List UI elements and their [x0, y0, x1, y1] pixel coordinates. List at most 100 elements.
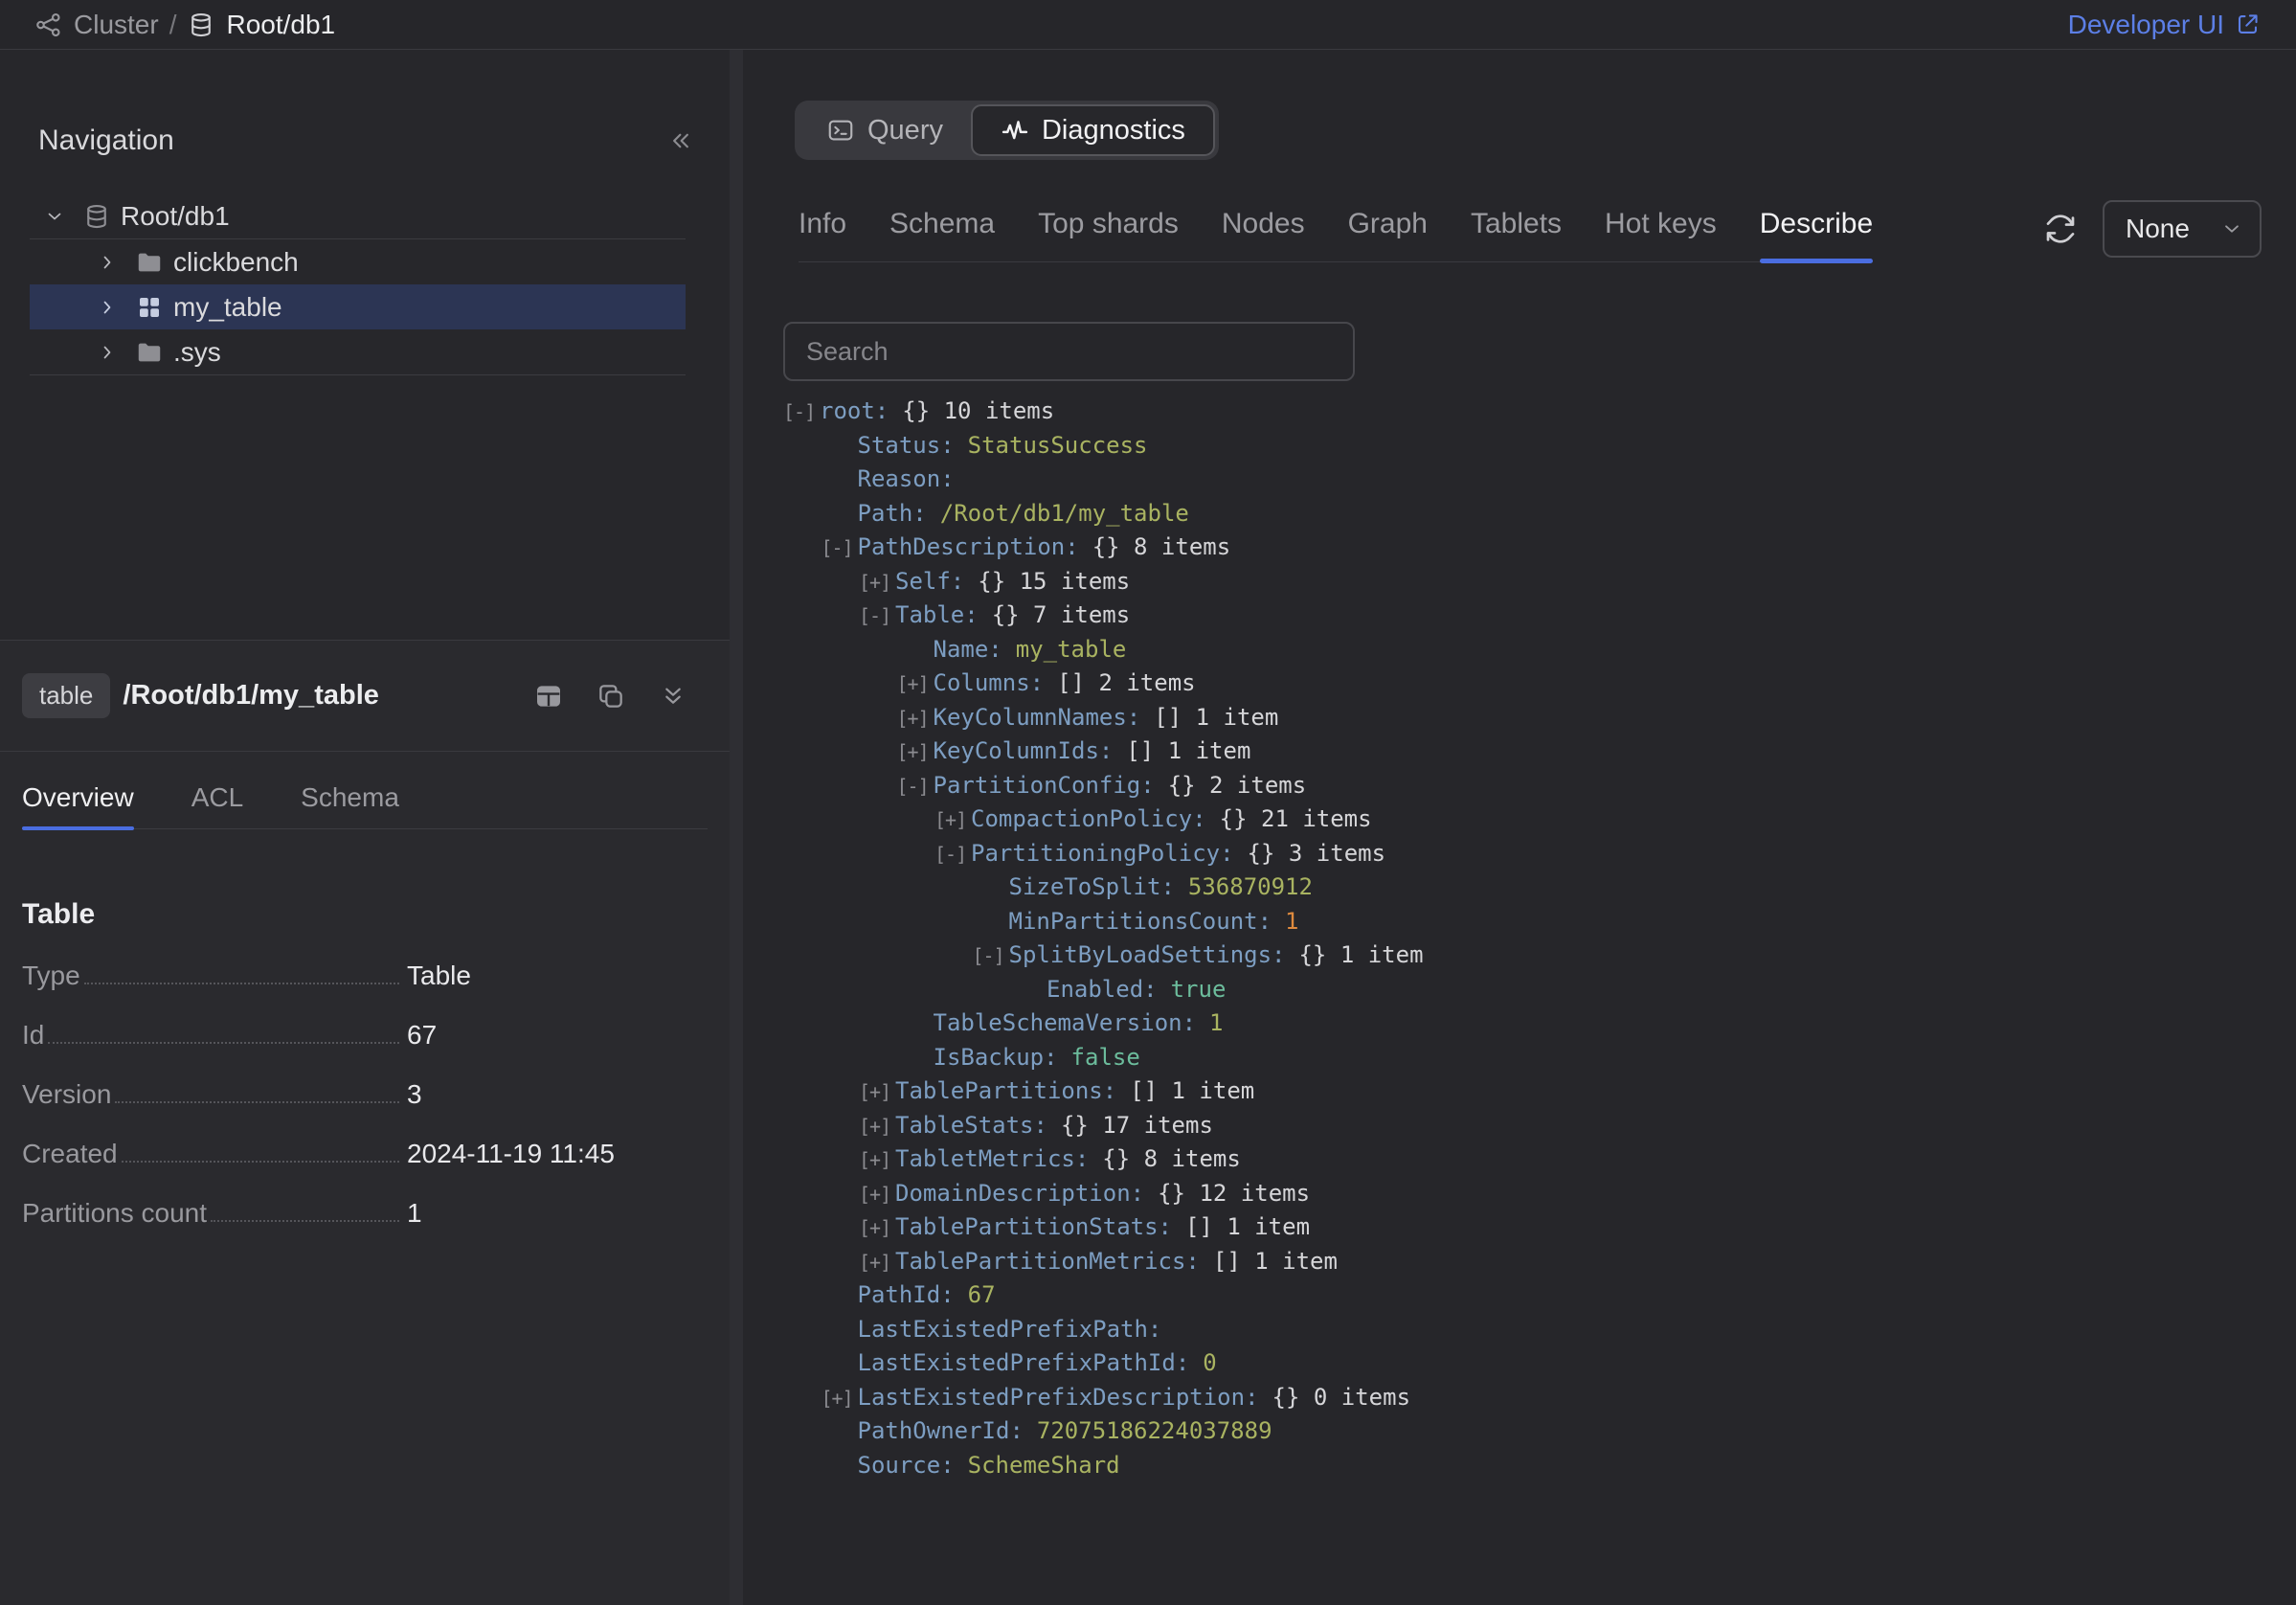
search-input[interactable] — [785, 337, 1353, 367]
tree-line-MinPartitionsCount: MinPartitionsCount:1 — [783, 905, 2262, 939]
expand-toggle-icon[interactable]: [+] — [822, 1387, 853, 1410]
tree-value: 67 — [968, 1281, 996, 1308]
diagnostics-tabs-row: Info Schema Top shards Nodes Graph Tablets Hot… — [783, 194, 2262, 262]
tab-hot-keys[interactable]: Hot keys — [1605, 194, 1717, 261]
nav-item-my_table[interactable]: my_table — [30, 284, 686, 329]
tree-key: PathId: — [858, 1281, 955, 1308]
tree-value: true — [1171, 976, 1227, 1003]
tree-key: TablePartitions: — [895, 1077, 1116, 1104]
object-summary-panel: table /Root/db1/my_table OverviewACLSche… — [0, 640, 730, 1605]
panel-resizer[interactable] — [730, 50, 743, 1605]
terminal-icon — [826, 116, 855, 145]
tree-meta: {} 3 items — [1248, 840, 1386, 867]
tree-meta: [] 2 items — [1057, 669, 1196, 696]
tab-schema[interactable]: Schema — [889, 194, 995, 261]
database-icon — [82, 202, 111, 231]
tree-value: 1 — [1209, 1009, 1223, 1036]
collapse-toggle-icon[interactable]: [-] — [897, 775, 929, 798]
collapse-toggle-icon[interactable]: [-] — [859, 604, 890, 627]
collapse-toggle-icon[interactable]: [-] — [934, 843, 966, 866]
tree-key: KeyColumnNames: — [934, 704, 1141, 731]
tree-line-Status: Status:StatusSuccess — [783, 429, 2262, 463]
expand-toggle-icon[interactable]: [+] — [859, 571, 890, 594]
tab-info[interactable]: Info — [799, 194, 846, 261]
info-field: TypeTable — [22, 946, 708, 1006]
expand-toggle-icon[interactable]: [+] — [897, 672, 929, 695]
leader-dots — [115, 1101, 399, 1103]
tab-schema[interactable]: Schema — [301, 752, 399, 828]
refresh-button[interactable] — [2039, 208, 2082, 250]
tree-line-LastExistedPrefixPathId: LastExistedPrefixPathId:0 — [783, 1346, 2262, 1381]
autorefresh-select[interactable]: None — [2103, 200, 2262, 258]
pulse-icon — [1001, 116, 1029, 145]
developer-ui-label: Developer UI — [2068, 10, 2224, 40]
breadcrumb-cluster[interactable]: Cluster — [34, 10, 159, 40]
tab-acl[interactable]: ACL — [191, 752, 243, 828]
nav-item-label: clickbench — [173, 247, 299, 278]
double-chevron-down-icon[interactable] — [658, 681, 688, 712]
switcher-diagnostics[interactable]: Diagnostics — [971, 104, 1215, 156]
expand-toggle-icon[interactable]: [+] — [934, 808, 966, 831]
expand-toggle-icon[interactable]: [+] — [859, 1183, 890, 1206]
tree-meta: [] 1 item — [1213, 1248, 1338, 1275]
expand-toggle-icon[interactable]: [+] — [859, 1251, 890, 1274]
expand-toggle-icon[interactable]: [+] — [859, 1216, 890, 1239]
tree-value: false — [1071, 1044, 1140, 1071]
switcher-query[interactable]: Query — [799, 104, 971, 156]
view-switcher: QueryDiagnostics — [795, 101, 1219, 160]
tree-line-SplitByLoadSettings: [-]SplitByLoadSettings:{} 1 item — [783, 938, 2262, 973]
breadcrumb-database[interactable]: Root/db1 — [187, 10, 335, 40]
diagnostics-tabs: Info Schema Top shards Nodes Graph Tablets Hot… — [799, 194, 1873, 262]
developer-ui-link[interactable]: Developer UI — [2068, 10, 2262, 40]
chevron-down-icon[interactable] — [43, 205, 66, 228]
tab-graph[interactable]: Graph — [1348, 194, 1428, 261]
collapse-toggle-icon[interactable]: [-] — [783, 400, 815, 423]
chevron-right-icon[interactable] — [96, 251, 119, 274]
copy-icon[interactable] — [596, 681, 626, 712]
tree-key: Enabled: — [1047, 976, 1158, 1003]
tree-line-DomainDescription: [+]DomainDescription:{} 12 items — [783, 1177, 2262, 1211]
collapse-toggle-icon[interactable]: [-] — [822, 536, 853, 559]
tree-line-Self: [+]Self:{} 15 items — [783, 565, 2262, 599]
expand-toggle-icon[interactable]: [+] — [859, 1080, 890, 1103]
tree-line-LastExistedPrefixDescription: [+]LastExistedPrefixDescription:{} 0 ite… — [783, 1381, 2262, 1415]
tree-line-TablePartitionMetrics: [+]TablePartitionMetrics:[] 1 item — [783, 1245, 2262, 1279]
tree-line-Table: [-]Table:{} 7 items — [783, 599, 2262, 633]
expand-toggle-icon[interactable]: [+] — [859, 1115, 890, 1138]
chevron-right-icon[interactable] — [96, 296, 119, 319]
nav-item-Root/db1[interactable]: Root/db1 — [30, 193, 686, 238]
leader-dots — [122, 1161, 399, 1163]
tab-top-shards[interactable]: Top shards — [1038, 194, 1179, 261]
collapse-toggle-icon[interactable]: [-] — [973, 944, 1004, 967]
navigation-title: Navigation — [38, 124, 174, 157]
autorefresh-value: None — [2126, 214, 2190, 244]
section-title: Table — [22, 898, 708, 931]
nav-item-label: my_table — [173, 292, 282, 323]
tab-tablets[interactable]: Tablets — [1471, 194, 1562, 261]
tree-line-KeyColumnIds: [+]KeyColumnIds:[] 1 item — [783, 735, 2262, 769]
nav-item-.sys[interactable]: .sys — [30, 329, 686, 374]
tree-meta: [] 1 item — [1126, 737, 1250, 764]
table-preview-icon[interactable] — [533, 681, 564, 712]
expand-toggle-icon[interactable]: [+] — [897, 707, 929, 730]
tree-key: LastExistedPrefixPathId: — [858, 1349, 1190, 1376]
tree-value: 1 — [1285, 908, 1298, 935]
tab-describe[interactable]: Describe — [1760, 194, 1873, 261]
tree-line-PartitionConfig: [-]PartitionConfig:{} 2 items — [783, 769, 2262, 803]
tree-key: PathOwnerId: — [858, 1417, 1024, 1444]
tree-line-TablePartitions: [+]TablePartitions:[] 1 item — [783, 1074, 2262, 1109]
folder-icon — [135, 248, 164, 277]
double-chevron-left-icon[interactable] — [666, 126, 695, 155]
tab-overview[interactable]: Overview — [22, 752, 134, 828]
tree-line-SizeToSplit: SizeToSplit:536870912 — [783, 870, 2262, 905]
tree-meta: {} 12 items — [1158, 1180, 1310, 1207]
expand-toggle-icon[interactable]: [+] — [897, 740, 929, 763]
expand-toggle-icon[interactable]: [+] — [859, 1148, 890, 1171]
external-link-icon — [2234, 11, 2262, 38]
tree-key: TablePartitionStats: — [895, 1213, 1172, 1240]
tab-nodes[interactable]: Nodes — [1222, 194, 1305, 261]
tree-value: my_table — [1016, 636, 1127, 663]
tree-meta: {} 8 items — [1092, 533, 1231, 560]
chevron-right-icon[interactable] — [96, 341, 119, 364]
nav-item-clickbench[interactable]: clickbench — [30, 239, 686, 284]
